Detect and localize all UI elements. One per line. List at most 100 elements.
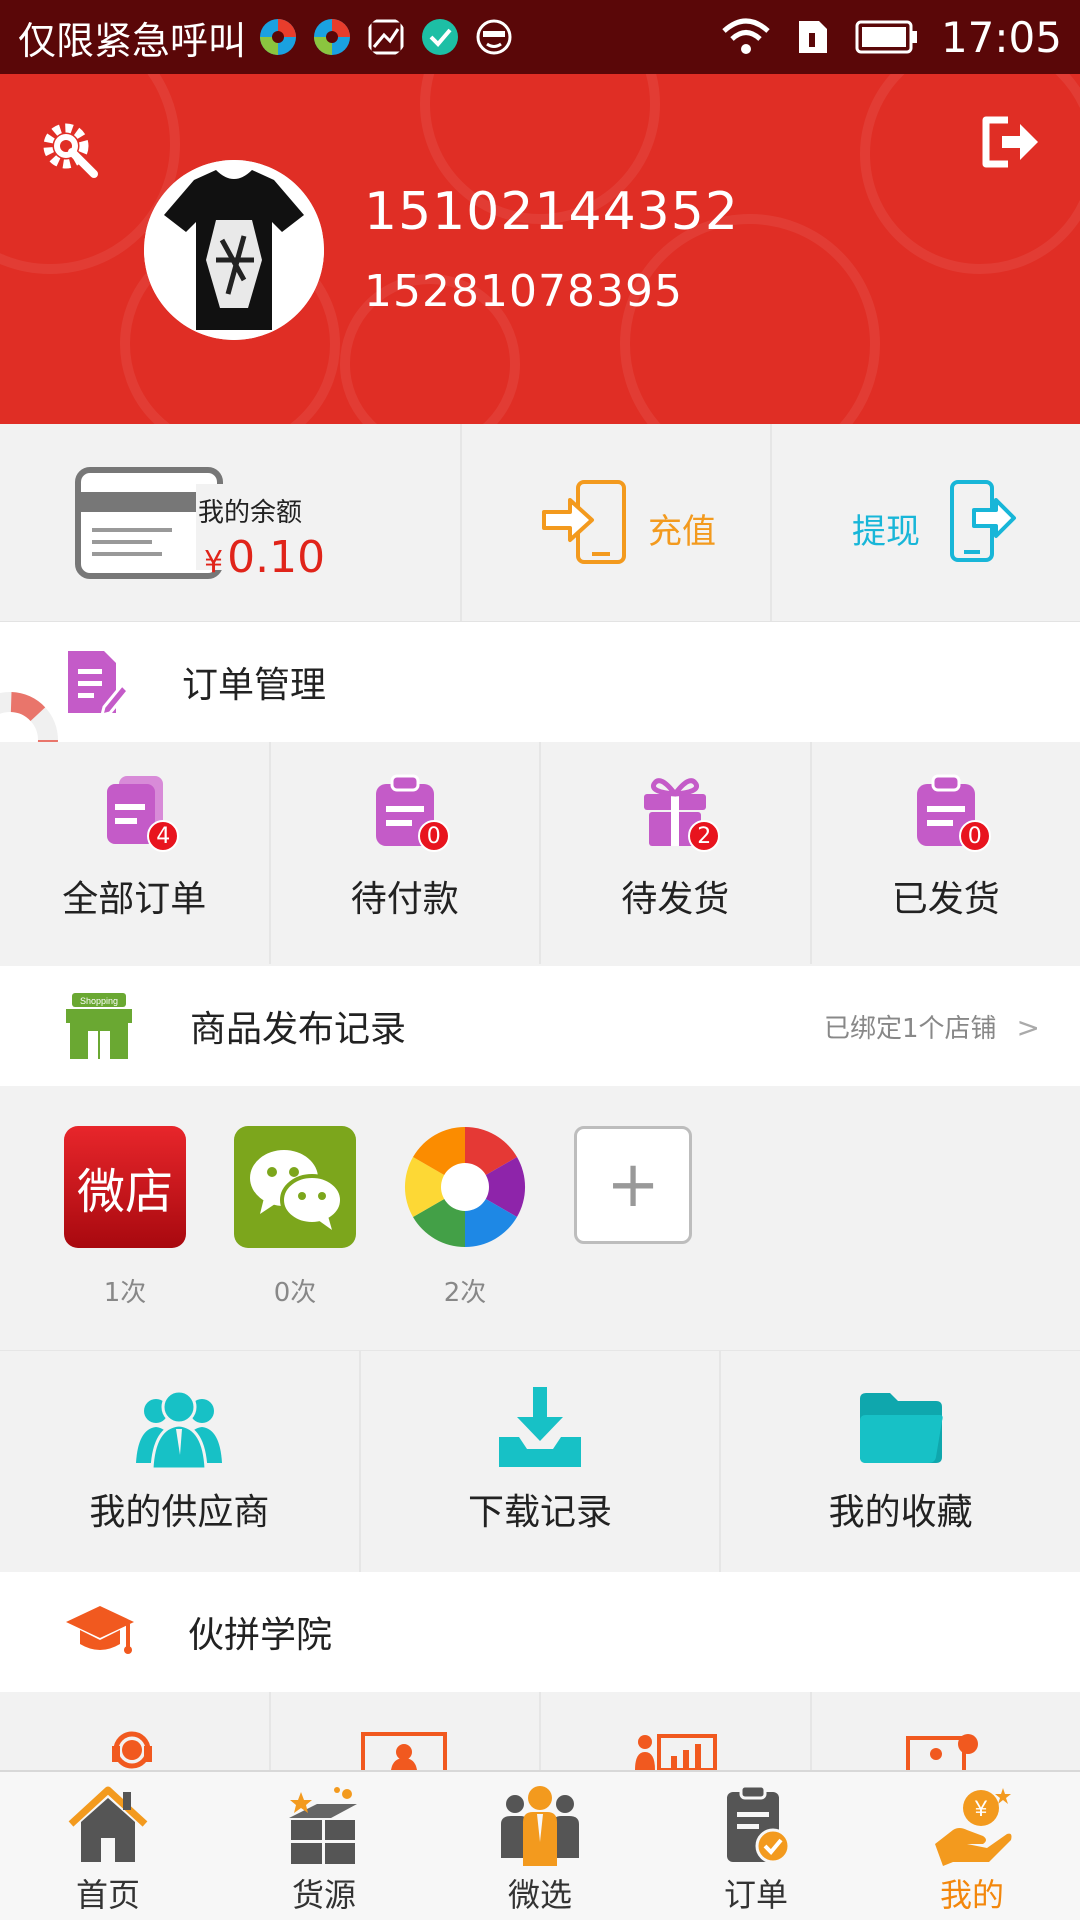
headset-icon <box>112 1731 152 1769</box>
order-all-icon-wrap: 4 <box>99 774 180 852</box>
download-records[interactable]: 下载记录 <box>361 1351 722 1572</box>
goods-box-icon <box>289 1787 357 1864</box>
academy-item[interactable] <box>812 1692 1080 1770</box>
notification-icons <box>258 17 514 57</box>
weidian-icon: 微店 <box>64 1126 186 1248</box>
carrier-text: 仅限紧急呼叫 <box>18 18 247 63</box>
add-icon: + <box>574 1126 692 1244</box>
publish-record-header[interactable]: Shopping 商品发布记录 已绑定1个店铺 > <box>0 966 1080 1086</box>
my-favorites-label: 我的收藏 <box>828 1492 973 1533</box>
nav-orders-label: 订单 <box>723 1876 788 1914</box>
wechat-icon <box>234 1126 356 1248</box>
order-pending-shipment[interactable]: 2 待发货 <box>541 742 812 964</box>
shop-icon: Shopping <box>66 993 132 1059</box>
svg-text:¥: ¥ <box>974 1796 988 1821</box>
logout-icon[interactable] <box>978 114 1042 170</box>
platform-weidian[interactable]: 微店 1次 <box>64 1126 186 1309</box>
system-status: 17:05 <box>721 13 1062 62</box>
platform-camera[interactable]: 2次 <box>404 1126 526 1309</box>
order-all-badge: 4 <box>147 820 180 852</box>
academy-item[interactable] <box>541 1692 812 1770</box>
nav-home[interactable]: 首页 <box>0 1772 216 1920</box>
nav-orders[interactable]: 订单 <box>648 1772 864 1920</box>
graduation-cap-icon <box>66 1606 134 1654</box>
shop-sign-text: Shopping <box>80 996 118 1006</box>
chevron-right-icon: > <box>1016 1010 1040 1044</box>
academy-item[interactable] <box>0 1692 271 1770</box>
order-all-label: 全部订单 <box>62 879 207 920</box>
recharge-icon <box>542 480 626 564</box>
withdraw-label: 提现 <box>852 512 920 552</box>
platform-count: 2次 <box>443 1278 487 1308</box>
withdraw-icon <box>950 480 1016 562</box>
folder-icon <box>859 1393 943 1463</box>
withdraw-button[interactable]: 提现 <box>772 424 1080 621</box>
hand-coin-icon: ¥ <box>935 1788 1012 1866</box>
recharge-label: 充值 <box>648 512 716 552</box>
balance-section[interactable]: 我的余额 ¥0.10 <box>0 424 462 621</box>
wifi-icon <box>722 18 770 54</box>
platform-count: 1次 <box>103 1278 147 1308</box>
order-clipboard-icon <box>727 1784 791 1864</box>
my-suppliers[interactable]: 我的供应商 <box>0 1351 361 1572</box>
suppliers-icon <box>136 1389 223 1469</box>
academy-title: 伙拼学院 <box>188 1615 333 1656</box>
tools-grid: 我的供应商 下载记录 我的收藏 <box>0 1350 1080 1572</box>
nav-goods-source-label: 货源 <box>291 1876 356 1914</box>
user-phone: 15281078395 <box>364 266 683 317</box>
my-favorites[interactable]: 我的收藏 <box>721 1351 1080 1572</box>
order-shipped-badge: 0 <box>958 820 991 852</box>
battery-icon <box>855 20 917 54</box>
platform-wechat[interactable]: 0次 <box>234 1126 356 1309</box>
order-pending-shipment-badge: 2 <box>688 820 721 852</box>
bottom-navigation: 首页 货源 微选 订单 ¥ 我的 <box>0 1770 1080 1920</box>
camera-aperture-icon <box>404 1126 526 1248</box>
order-shipped-label: 已发货 <box>891 879 1000 920</box>
tshirt-image <box>144 160 324 340</box>
aperture-glyph <box>404 1127 526 1247</box>
order-management-title: 订单管理 <box>182 665 327 706</box>
bound-shops[interactable]: 已绑定1个店铺 > <box>824 1008 1040 1045</box>
nav-mine[interactable]: ¥ 我的 <box>864 1772 1080 1920</box>
order-pending-shipment-icon-wrap: 2 <box>640 774 721 852</box>
nav-goods-source[interactable]: 货源 <box>216 1772 432 1920</box>
order-pending-shipment-label: 待发货 <box>621 879 730 920</box>
app-notification-icon <box>314 19 351 55</box>
username: 15102144352 <box>364 182 739 242</box>
chart-presenter-icon <box>635 1734 717 1770</box>
wechat-glyph <box>250 1150 344 1230</box>
video-call-icon <box>905 1734 978 1770</box>
image-icon <box>368 19 404 55</box>
order-pending-payment[interactable]: 0 待付款 <box>271 742 541 964</box>
academy-item[interactable] <box>271 1692 541 1770</box>
avatar[interactable] <box>144 160 324 340</box>
order-shipped[interactable]: 0 已发货 <box>812 742 1080 964</box>
nav-home-label: 首页 <box>75 1876 140 1914</box>
order-all[interactable]: 4 全部订单 <box>0 742 271 964</box>
header-pattern <box>620 214 880 424</box>
bound-shops-text: 已绑定1个店铺 <box>823 1013 997 1044</box>
platform-list: 微店 1次 0次 2次 + <box>0 1086 1080 1350</box>
weidian-icon-text: 微店 <box>76 1164 173 1220</box>
balance-label: 我的余额 <box>198 498 303 528</box>
order-shipped-icon-wrap: 0 <box>911 774 991 852</box>
nav-weixuan[interactable]: 微选 <box>432 1772 648 1920</box>
my-suppliers-label: 我的供应商 <box>89 1492 270 1533</box>
clock: 17:05 <box>940 12 1062 62</box>
order-pending-payment-icon-wrap: 0 <box>370 774 450 852</box>
balance-amount: 0.10 <box>227 532 326 583</box>
team-icon <box>501 1786 579 1866</box>
order-status-grid: 4 全部订单 0 待付款 2 待发货 0 已发货 <box>0 742 1080 964</box>
currency-symbol: ¥ <box>204 545 224 580</box>
order-edit-icon <box>68 651 130 717</box>
add-platform-button[interactable]: + <box>574 1126 696 1244</box>
app-notification-icon <box>260 19 297 55</box>
check-icon <box>422 19 459 55</box>
order-pending-payment-badge: 0 <box>417 820 450 852</box>
download-icon <box>499 1387 581 1467</box>
academy-header[interactable]: 伙拼学院 <box>0 1572 1080 1692</box>
recharge-button[interactable]: 充值 <box>462 424 772 621</box>
order-management-header[interactable]: 订单管理 <box>0 622 1080 742</box>
settings-icon[interactable] <box>38 118 100 180</box>
sim-icon <box>798 21 827 53</box>
